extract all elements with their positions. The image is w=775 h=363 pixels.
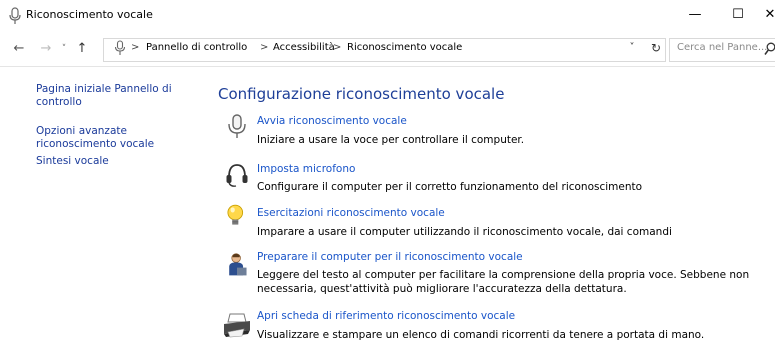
back-button[interactable]: ←	[10, 40, 28, 58]
microphone-icon	[228, 114, 246, 138]
headset-icon	[226, 164, 248, 187]
minimize-button[interactable]: —	[681, 4, 709, 26]
breadcrumb-separator: >	[260, 42, 269, 53]
breadcrumb-separator: >	[131, 42, 140, 53]
refresh-button[interactable]: ↻	[648, 40, 664, 56]
sidebar-item-control-panel-home[interactable]: Pagina iniziale Pannello di controllo	[36, 83, 176, 109]
sidebar-item-advanced-options[interactable]: Opzioni avanzate riconoscimento vocale	[36, 125, 176, 151]
maximize-button[interactable]: ☐	[724, 4, 752, 26]
address-dropdown-button[interactable]: ˅	[625, 40, 639, 56]
task-description: Visualizzare e stampare un elenco di com…	[257, 329, 705, 341]
start-speech-recognition-link[interactable]: Avvia riconoscimento vocale	[257, 115, 407, 127]
close-button[interactable]: ✕	[760, 4, 775, 26]
printer-icon	[224, 313, 250, 338]
task-description: Imparare a usare il computer utilizzando…	[257, 226, 672, 238]
page-title: Configurazione riconoscimento vocale	[218, 85, 505, 103]
breadcrumb-accessibility[interactable]: Accessibilità	[273, 42, 335, 53]
reference-card-link[interactable]: Apri scheda di riferimento riconosciment…	[257, 310, 515, 322]
up-button[interactable]: ↑	[74, 40, 90, 58]
microphone-icon	[114, 40, 126, 55]
task-description: Leggere del testo al computer per facili…	[257, 269, 750, 295]
setup-microphone-link[interactable]: Imposta microfono	[257, 163, 355, 175]
task-description: Configurare il computer per il corretto …	[257, 181, 643, 193]
forward-button[interactable]: →	[38, 40, 54, 58]
recent-locations-button[interactable]: ˅	[58, 40, 70, 58]
train-computer-link[interactable]: Preparare il computer per il riconoscime…	[257, 251, 523, 263]
breadcrumb-separator: >	[333, 42, 342, 53]
task-description: Iniziare a usare la voce per controllare…	[257, 134, 525, 146]
user-speaking-icon	[229, 253, 247, 276]
breadcrumb-speech-recognition[interactable]: Riconoscimento vocale	[347, 42, 462, 53]
breadcrumb-control-panel[interactable]: Pannello di controllo	[146, 42, 247, 53]
microphone-icon	[9, 7, 21, 24]
search-icon[interactable]	[764, 42, 775, 56]
speech-tutorial-link[interactable]: Esercitazioni riconoscimento vocale	[257, 207, 445, 219]
window-title: Riconoscimento vocale	[26, 8, 153, 21]
sidebar-item-text-to-speech[interactable]: Sintesi vocale	[36, 155, 176, 168]
lightbulb-icon	[227, 204, 244, 225]
search-placeholder: Cerca nel Panne...	[677, 42, 768, 53]
